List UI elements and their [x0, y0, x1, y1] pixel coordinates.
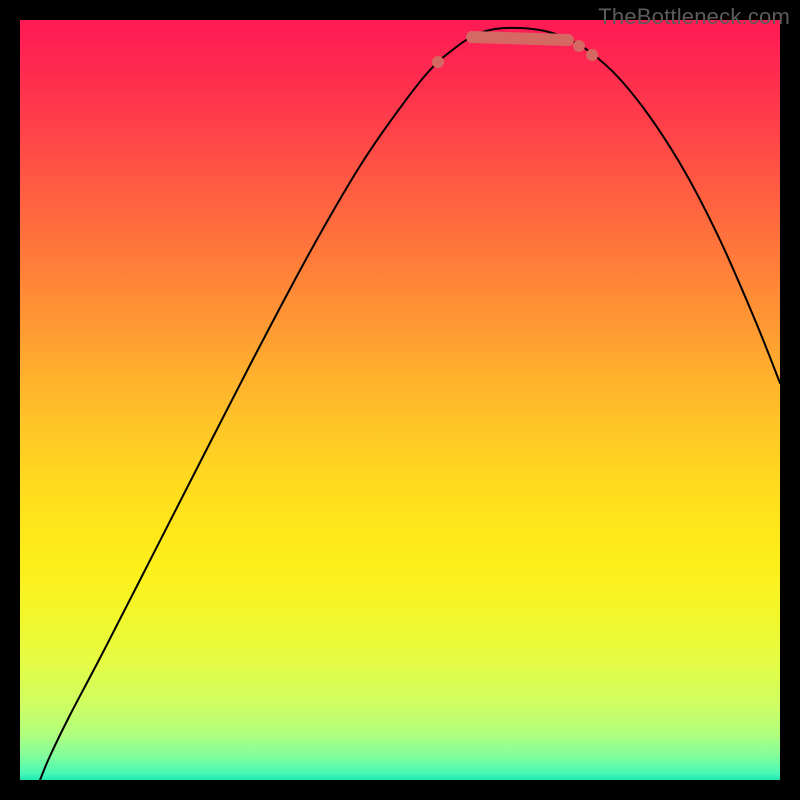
highlight-segment	[472, 37, 568, 40]
gradient-background	[20, 20, 780, 780]
highlight-dot	[586, 49, 598, 61]
plot-area	[20, 20, 780, 780]
chart-svg	[20, 20, 780, 780]
watermark-text: TheBottleneck.com	[598, 4, 790, 30]
highlight-dot	[432, 56, 444, 68]
highlight-dot	[573, 40, 585, 52]
chart-frame: TheBottleneck.com	[0, 0, 800, 800]
